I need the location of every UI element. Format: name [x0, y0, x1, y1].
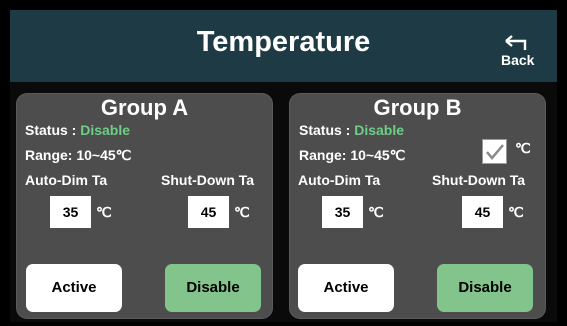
checkbox-unit: ℃	[515, 140, 531, 156]
group-b-range: Range: 10~45℃	[299, 147, 405, 164]
group-b-panel: Group B Status : Disable Range: 10~45℃ ℃…	[290, 94, 545, 318]
back-label: Back	[501, 52, 535, 68]
auto-dim-input[interactable]: 35	[50, 196, 91, 228]
auto-dim-label: Auto-Dim Ta	[298, 172, 381, 188]
back-button[interactable]: Back	[501, 35, 535, 71]
auto-dim-input[interactable]: 35	[322, 196, 363, 228]
checkmark-icon	[486, 144, 504, 160]
unit-checkbox[interactable]	[482, 139, 507, 164]
range-value: 10~45℃	[350, 147, 406, 163]
shutdown-unit: ℃	[234, 204, 250, 220]
range-label: Range:	[25, 147, 73, 163]
range-value: 10~45℃	[76, 147, 132, 163]
active-button[interactable]: Active	[26, 264, 122, 312]
return-arrow-icon	[505, 35, 527, 50]
shutdown-label: Shut-Down Ta	[432, 172, 526, 188]
status-label: Status :	[25, 122, 77, 138]
group-a-title: Group A	[100, 95, 189, 120]
disable-button[interactable]: Disable	[437, 264, 533, 312]
disable-button[interactable]: Disable	[165, 264, 261, 312]
group-a-status: Status : Disable	[25, 122, 130, 138]
status-label: Status :	[299, 122, 351, 138]
range-label: Range:	[299, 147, 347, 163]
shutdown-input[interactable]: 45	[462, 196, 503, 228]
header-bar: Temperature Back	[10, 10, 557, 82]
shutdown-label: Shut-Down Ta	[161, 172, 255, 188]
group-a-panel: Group A Status : Disable Range: 10~45℃ A…	[17, 94, 272, 318]
status-value: Disable	[354, 122, 405, 138]
group-a-range: Range: 10~45℃	[25, 147, 131, 164]
group-b-title: Group B	[373, 95, 462, 120]
group-b-status: Status : Disable	[299, 122, 404, 138]
page-title: Temperature	[196, 26, 371, 58]
auto-dim-unit: ℃	[96, 204, 112, 220]
shutdown-unit: ℃	[508, 204, 524, 220]
auto-dim-label: Auto-Dim Ta	[25, 172, 108, 188]
active-button[interactable]: Active	[298, 264, 394, 312]
status-value: Disable	[80, 122, 131, 138]
shutdown-input[interactable]: 45	[188, 196, 229, 228]
auto-dim-unit: ℃	[368, 204, 384, 220]
